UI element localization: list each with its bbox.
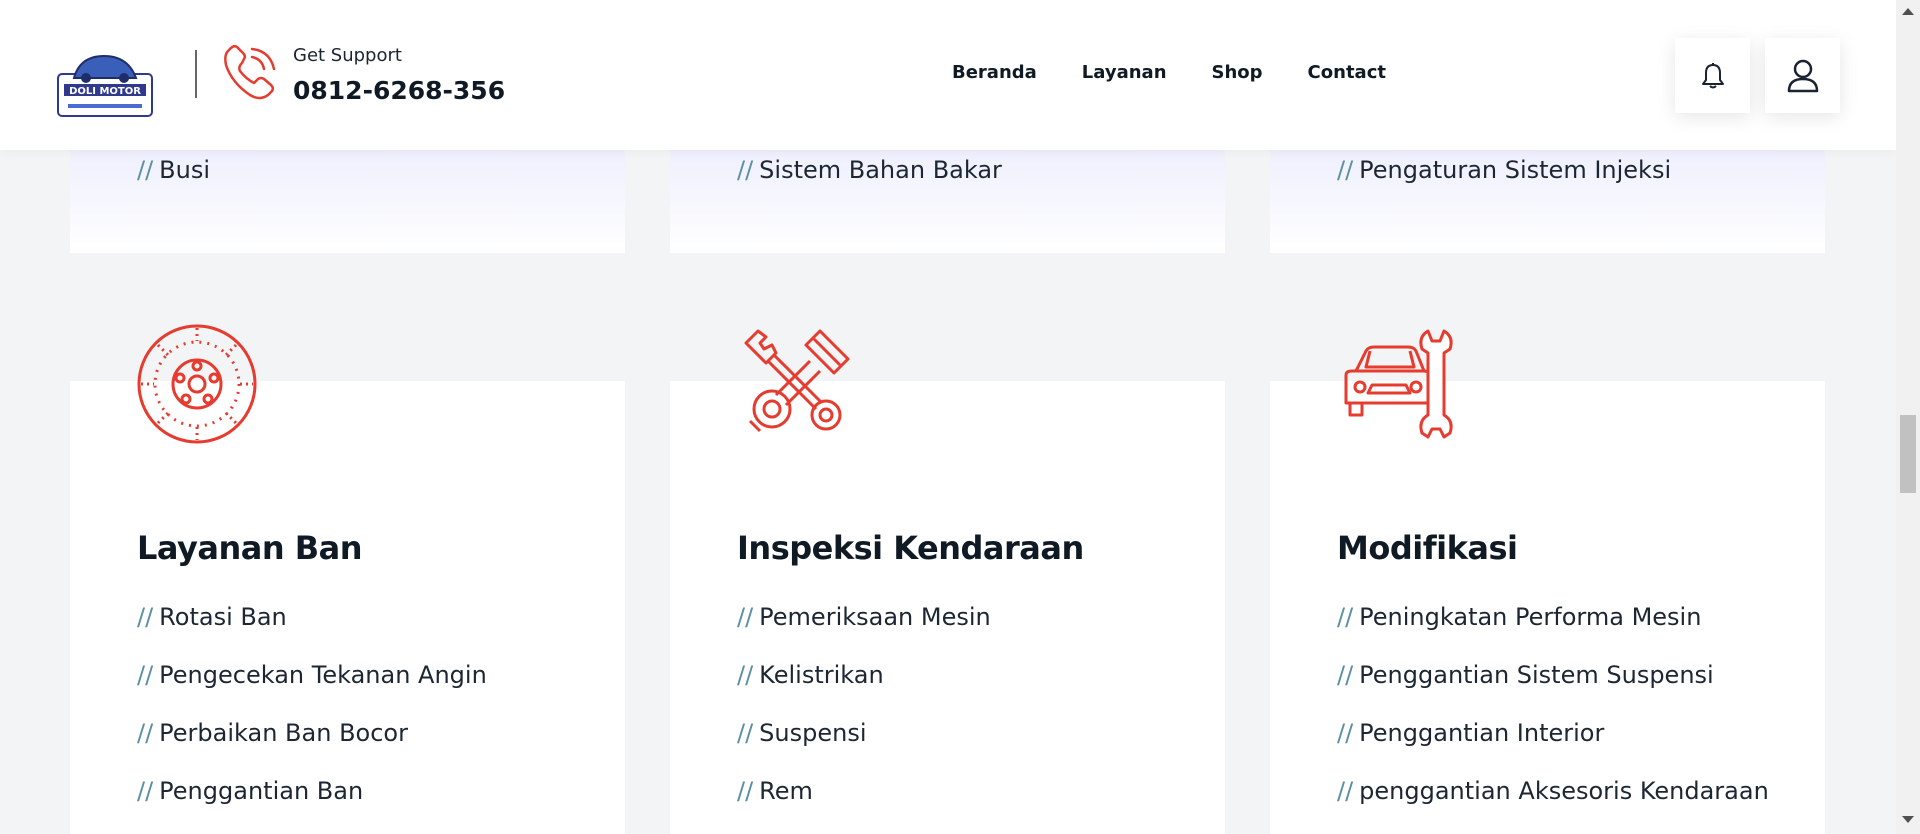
list-prefix: // bbox=[737, 719, 754, 747]
page-scrollbar[interactable] bbox=[1896, 0, 1920, 834]
nav-beranda[interactable]: Beranda bbox=[952, 62, 1037, 83]
scroll-up-icon[interactable] bbox=[1902, 8, 1914, 15]
list-item: //Rotasi Ban bbox=[137, 603, 287, 631]
list-item-label: Penggantian Interior bbox=[1359, 719, 1605, 747]
account-button[interactable] bbox=[1765, 38, 1840, 113]
list-item-label: Peningkatan Performa Mesin bbox=[1359, 603, 1702, 631]
card-title: Modifikasi bbox=[1337, 529, 1518, 567]
site-header: DOLI MOTOR Get Support 0812-6268-356 Ber… bbox=[0, 0, 1896, 150]
list-item-label: Rem bbox=[759, 777, 813, 805]
list-item: //Penggantian Sistem Suspensi bbox=[1337, 661, 1714, 689]
list-item-label: Sistem Bahan Bakar bbox=[759, 156, 1002, 184]
nav-contact[interactable]: Contact bbox=[1308, 62, 1386, 83]
list-item-label: Penggantian Ban bbox=[159, 777, 364, 805]
card-title: Inspeksi Kendaraan bbox=[737, 529, 1084, 567]
phone-icon bbox=[224, 45, 276, 100]
bell-icon bbox=[1701, 62, 1724, 88]
user-icon bbox=[1787, 59, 1818, 92]
brake-disc-icon bbox=[137, 324, 257, 444]
list-item: //Rem bbox=[737, 777, 813, 805]
header-divider bbox=[195, 50, 197, 98]
service-card-modifikasi: Modifikasi //Peningkatan Performa Mesin … bbox=[1270, 329, 1825, 834]
service-card-layanan-ban: Layanan Ban //Rotasi Ban //Pengecekan Te… bbox=[70, 324, 625, 834]
list-item: //Peningkatan Performa Mesin bbox=[1337, 603, 1701, 631]
list-prefix: // bbox=[137, 156, 154, 184]
list-item: //Perbaikan Ban Bocor bbox=[137, 719, 408, 747]
list-item-label: Pemeriksaan Mesin bbox=[759, 603, 991, 631]
list-prefix: // bbox=[737, 661, 754, 689]
service-card-inspeksi-kendaraan: Inspeksi Kendaraan //Pemeriksaan Mesin /… bbox=[670, 329, 1225, 834]
list-item-label: Suspensi bbox=[759, 719, 867, 747]
list-prefix: // bbox=[1337, 156, 1354, 184]
list-item: //Kelistrikan bbox=[737, 661, 884, 689]
list-item: //Pemeriksaan Mesin bbox=[737, 603, 991, 631]
car-wrench-icon bbox=[1344, 329, 1453, 439]
card-title: Layanan Ban bbox=[137, 529, 363, 567]
support-label: Get Support bbox=[293, 45, 402, 66]
notifications-button[interactable] bbox=[1675, 38, 1750, 113]
logo-text: DOLI MOTOR bbox=[69, 86, 141, 97]
list-item-label: Rotasi Ban bbox=[159, 603, 287, 631]
list-prefix: // bbox=[1337, 603, 1354, 631]
list-item-label: Perbaikan Ban Bocor bbox=[159, 719, 408, 747]
list-prefix: // bbox=[1337, 661, 1354, 689]
list-item: //Pengaturan Sistem Injeksi bbox=[1337, 156, 1671, 184]
list-item-label: Busi bbox=[159, 156, 211, 184]
list-prefix: // bbox=[737, 603, 754, 631]
list-item: //Penggantian Interior bbox=[1337, 719, 1604, 747]
site-logo[interactable]: DOLI MOTOR bbox=[56, 50, 154, 118]
wrench-piston-icon bbox=[744, 329, 850, 433]
scroll-down-icon[interactable] bbox=[1902, 816, 1914, 823]
list-item: //Sistem Bahan Bakar bbox=[737, 156, 1002, 184]
support-phone[interactable]: 0812-6268-356 bbox=[293, 76, 505, 105]
list-item: //Pengecekan Tekanan Angin bbox=[137, 661, 487, 689]
list-item-label: Penggantian Sistem Suspensi bbox=[1359, 661, 1714, 689]
logo-icon: DOLI MOTOR bbox=[57, 54, 153, 117]
list-prefix: // bbox=[1337, 777, 1354, 805]
list-prefix: // bbox=[737, 777, 754, 805]
nav-layanan[interactable]: Layanan bbox=[1082, 62, 1167, 83]
scrollbar-thumb[interactable] bbox=[1900, 415, 1916, 493]
list-prefix: // bbox=[137, 661, 154, 689]
list-prefix: // bbox=[137, 777, 154, 805]
nav-shop[interactable]: Shop bbox=[1212, 62, 1263, 83]
list-prefix: // bbox=[737, 156, 754, 184]
list-item-label: penggantian Aksesoris Kendaraan bbox=[1359, 777, 1769, 805]
list-item-label: Pengecekan Tekanan Angin bbox=[159, 661, 487, 689]
list-item-label: Kelistrikan bbox=[759, 661, 884, 689]
list-item: //Busi bbox=[137, 156, 210, 184]
list-item-label: Pengaturan Sistem Injeksi bbox=[1359, 156, 1672, 184]
list-item: //penggantian Aksesoris Kendaraan bbox=[1337, 777, 1769, 805]
list-prefix: // bbox=[137, 603, 154, 631]
list-prefix: // bbox=[1337, 719, 1354, 747]
main-nav: Beranda Layanan Shop Contact bbox=[952, 62, 1386, 83]
list-item: //Suspensi bbox=[737, 719, 867, 747]
list-item: //Penggantian Ban bbox=[137, 777, 363, 805]
list-prefix: // bbox=[137, 719, 154, 747]
